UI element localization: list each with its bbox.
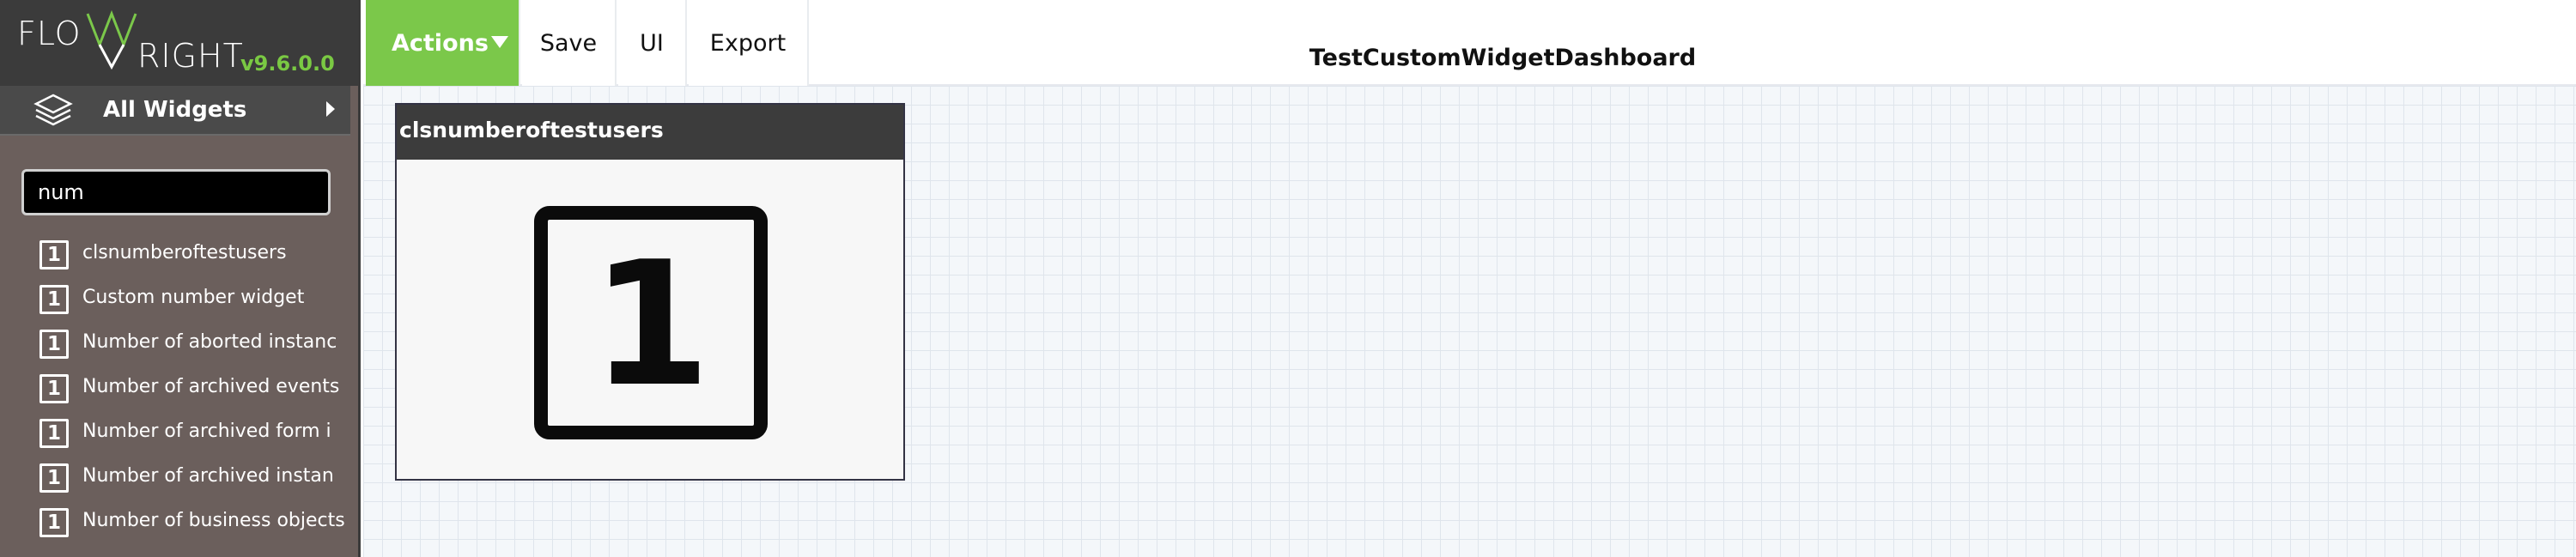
widget-item-label: Number of archived events [82,376,340,397]
widget-item-label: Custom number widget [82,287,305,308]
number-value: 1 [591,225,711,425]
number-widget-card[interactable]: clsnumberoftestusers 1 [395,103,905,481]
chevron-down-icon [491,36,508,48]
actions-menu-button[interactable]: Actions [366,0,520,86]
widget-list-item[interactable]: 1 Number of business objects [0,499,356,544]
widget-list-item[interactable]: 1 Number of archived events [0,366,356,410]
widget-list-item[interactable]: 1 clsnumberoftestusers [0,232,356,276]
widget-list-item[interactable]: 1 Custom number widget [0,276,356,321]
save-button[interactable]: Save [522,0,617,86]
number-widget-icon: 1 [39,285,69,314]
widget-list-item[interactable]: 1 Number of archived form i [0,410,356,455]
brand-area: FLO RIGHT v9.6.0.0 [0,0,358,86]
number-widget-icon: 1 [39,374,69,403]
flowright-logo: FLO RIGHT [17,10,244,70]
dashboard-title: TestCustomWidgetDashboard [1309,45,1697,71]
widget-list-item[interactable]: 1 Number of aborted instanc [0,321,356,366]
widget-list-item[interactable]: 1 Number of archived instan [0,455,356,499]
widget-card-title[interactable]: clsnumberoftestusers [397,105,903,160]
number-widget-icon: 1 [39,508,69,537]
dashboard-canvas[interactable]: clsnumberoftestusers 1 [363,86,2576,557]
svg-text:FLO: FLO [17,15,82,52]
top-toolbar: Actions Save UI Export TestCustomWidgetD… [363,0,2576,86]
widget-item-label: clsnumberoftestusers [82,242,287,263]
all-widgets-label: All Widgets [103,97,247,123]
version-label: v9.6.0.0 [240,51,335,76]
svg-text:RIGHT: RIGHT [137,37,244,70]
ui-button[interactable]: UI [618,0,687,86]
widget-item-label: Number of aborted instanc [82,331,337,353]
widget-search-input[interactable] [21,169,331,215]
widget-list: 1 clsnumberoftestusers 1 Custom number w… [0,232,356,544]
number-widget-icon: 1 [39,463,69,493]
caret-right-icon [326,101,335,117]
widget-item-label: Number of archived form i [82,421,331,442]
number-widget-icon: 1 [39,330,69,359]
sidebar: FLO RIGHT v9.6.0.0 All Widgets 1 clsnumb… [0,0,361,557]
layers-icon [33,94,73,126]
actions-label: Actions [392,29,489,57]
widget-item-label: Number of business objects [82,510,345,531]
app-root: FLO RIGHT v9.6.0.0 All Widgets 1 clsnumb… [0,0,2576,557]
number-widget-icon: 1 [39,240,69,269]
widget-item-label: Number of archived instan [82,465,334,487]
number-value-box: 1 [534,206,768,439]
all-widgets-header[interactable]: All Widgets [0,86,350,136]
export-button[interactable]: Export [689,0,809,86]
number-widget-icon: 1 [39,419,69,448]
